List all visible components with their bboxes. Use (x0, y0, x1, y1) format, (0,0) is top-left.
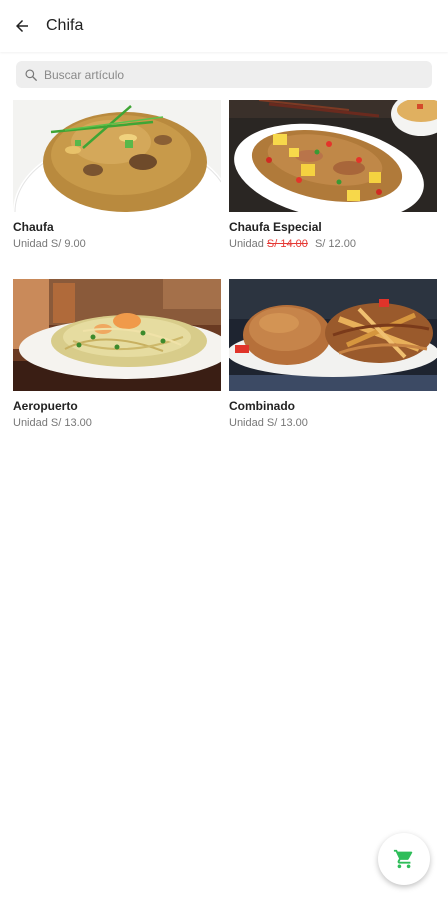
product-card-combinado[interactable]: Combinado Unidad S/ 13.00 (229, 279, 437, 430)
product-image-combinado (229, 279, 437, 391)
product-price-line: Unidad S/ 13.00 (229, 417, 437, 430)
product-price: S/ 13.00 (50, 417, 92, 429)
app-bar: Chifa (0, 0, 448, 52)
product-old-price: S/ 14.00 (266, 238, 308, 250)
search-bar[interactable] (16, 61, 432, 88)
search-input[interactable] (44, 67, 424, 82)
product-name: Combinado (229, 399, 295, 413)
product-card-chaufa[interactable]: Chaufa Unidad S/ 9.00 (13, 100, 221, 251)
arrow-left-icon (16, 20, 28, 32)
product-price-line: Unidad S/ 9.00 (13, 238, 221, 251)
product-image-chaufa-especial (229, 100, 437, 212)
product-price: S/ 9.00 (50, 238, 86, 250)
cart-button[interactable] (378, 833, 430, 885)
product-unit: Unidad (13, 417, 48, 429)
back-button[interactable] (2, 0, 42, 52)
cart-icon (393, 849, 413, 869)
product-price-line: Unidad S/ 13.00 (13, 417, 221, 430)
product-unit: Unidad (13, 238, 48, 250)
product-price: S/ 13.00 (266, 417, 308, 429)
product-card-aeropuerto[interactable]: Aeropuerto Unidad S/ 13.00 (13, 279, 221, 430)
product-name: Chaufa Especial (229, 220, 322, 234)
product-unit: Unidad (229, 238, 264, 250)
product-price: S/ 12.00 (314, 238, 356, 250)
product-unit: Unidad (229, 417, 264, 429)
product-price-line: Unidad S/ 14.00 S/ 12.00 (229, 238, 437, 251)
page-title: Chifa (46, 17, 84, 34)
product-card-chaufa-especial[interactable]: Chaufa Especial Unidad S/ 14.00 S/ 12.00 (229, 100, 437, 251)
product-name: Aeropuerto (13, 399, 78, 413)
search-icon (25, 68, 37, 81)
product-image-chaufa (13, 100, 221, 212)
product-image-aeropuerto (13, 279, 221, 391)
product-name: Chaufa (13, 220, 54, 234)
